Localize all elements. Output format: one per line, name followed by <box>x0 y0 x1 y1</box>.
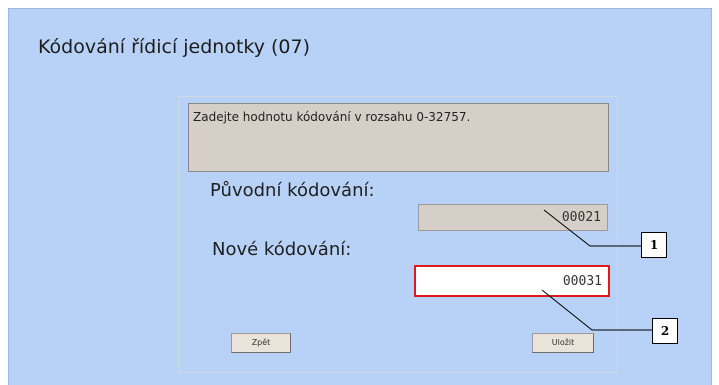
callout-2: 2 <box>652 318 678 344</box>
callout-leader-lines <box>541 209 652 331</box>
callout-2-leader <box>541 289 652 331</box>
callout-1-leader <box>543 209 641 247</box>
callout-1: 1 <box>641 232 667 258</box>
